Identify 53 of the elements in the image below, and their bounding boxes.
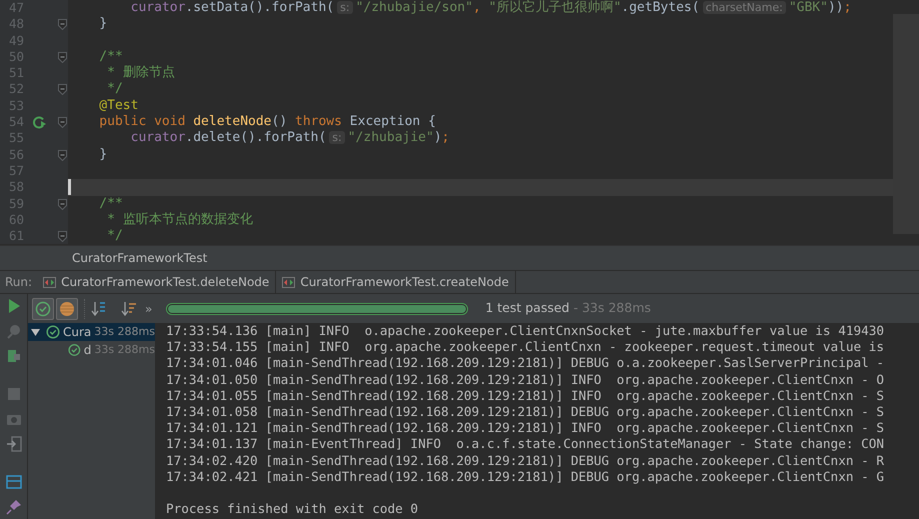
console-line: 17:34:01.055 [main-SendThread(192.168.209.129:2181)] INFO org.apache.zookeeper.ClientCnxn - S — [166, 388, 884, 404]
code-line: */ — [106, 228, 123, 244]
code-line: curator.delete().forPath( s: "/zhubajie"); — [130, 130, 450, 147]
run-label: Run: — [4, 274, 34, 291]
console-line: 17:33:54.136 [main] INFO o.apache.zookeeper.ClientCnxnSocket - jute.maxbuffer value is 419430 — [166, 323, 884, 340]
fold-icon[interactable] — [58, 117, 67, 128]
code-line: curator.setData().forPath( s: "/zhubajie/son", "所以它儿子也很帅啊".getBytes( charsetName: "GBK")); — [130, 0, 852, 16]
code-line: * 监听本节点的数据变化 — [106, 212, 253, 228]
fold-icon[interactable] — [58, 231, 67, 242]
check-icon — [46, 325, 60, 339]
fold-icon[interactable] — [58, 19, 67, 30]
test-status: 1 test passed - 33s 288ms — [485, 299, 651, 318]
parameter-hint: s: — [329, 131, 345, 144]
filter-toggle[interactable] — [56, 298, 78, 320]
test-tree-item[interactable]: d 33s 288ms — [28, 341, 155, 359]
expand-arrow-icon[interactable] — [31, 328, 40, 336]
parameter-hint: s: — [337, 1, 353, 14]
console-line: Process finished with exit code 0 — [166, 501, 418, 518]
code-line: /** — [98, 196, 123, 212]
check-icon — [68, 343, 81, 357]
code-line: */ — [106, 81, 123, 98]
fold-icon[interactable] — [58, 150, 67, 161]
console-line: 17:34:01.137 [main-EventThread] INFO o.a.c.f.state.ConnectionStateManager - State change: CON — [166, 436, 884, 453]
code-line: public void deleteNode() throws Exception { — [98, 114, 436, 130]
exit-icon[interactable] — [6, 436, 22, 452]
breadcrumb[interactable]: CuratorFrameworkTest — [72, 249, 208, 267]
console-line: 17:34:01.058 [main-SendThread(192.168.209.129:2181)] DEBUG org.apache.zookeeper.ClientCnxn - S — [166, 404, 884, 420]
check-icon — [35, 300, 51, 316]
fold-icon[interactable] — [58, 52, 67, 63]
run-test-icon[interactable] — [33, 116, 47, 130]
fold-icon[interactable] — [58, 84, 67, 96]
console-line: 17:34:02.420 [main-SendThread(192.168.209.129:2181)] DEBUG org.apache.zookeeper.ClientCnxn - R — [166, 452, 884, 469]
code-line: /** — [98, 48, 123, 66]
more-button[interactable]: » — [145, 300, 152, 318]
console-line: 17:34:01.121 [main-SendThread(192.168.209.129:2181)] INFO org.apache.zookeeper.ClientCnxn - S — [166, 420, 884, 436]
code-line: * 删除节点 — [106, 65, 175, 82]
layout-icon[interactable] — [6, 474, 22, 490]
run-config-icon — [282, 276, 296, 288]
console-line: 17:34:02.421 [main-SendThread(192.168.209.129:2181)] DEBUG org.apache.zookeeper.ClientCnxn - G — [166, 468, 884, 486]
filter-toggle[interactable] — [32, 298, 54, 320]
sort-by-duration-icon[interactable] — [121, 300, 137, 316]
sort-alphabetically-icon[interactable] — [91, 300, 107, 316]
run-config-icon — [43, 276, 56, 288]
parameter-hint: charsetName: — [702, 1, 786, 14]
code-line: } — [98, 146, 108, 163]
test-tree-item[interactable]: Cura 33s 288ms — [28, 323, 155, 341]
striped-circle-icon — [59, 300, 75, 316]
console-line: 17:34:01.046 [main-SendThread(192.168.209.129:2181)] DEBUG o.a.zookeeper.SaslServerPrincipal - — [166, 355, 884, 372]
fold-icon[interactable] — [58, 198, 67, 210]
code-line: @Test — [98, 98, 138, 114]
console-line: 17:33:54.155 [main] INFO org.apache.zookeeper.ClientCnxn - zookeeper.request.timeout value is — [166, 339, 884, 356]
code-line: } — [98, 16, 108, 33]
console-line: 17:34:01.050 [main-SendThread(192.168.209.129:2181)] INFO org.apache.zookeeper.ClientCnxn - O — [166, 372, 884, 388]
